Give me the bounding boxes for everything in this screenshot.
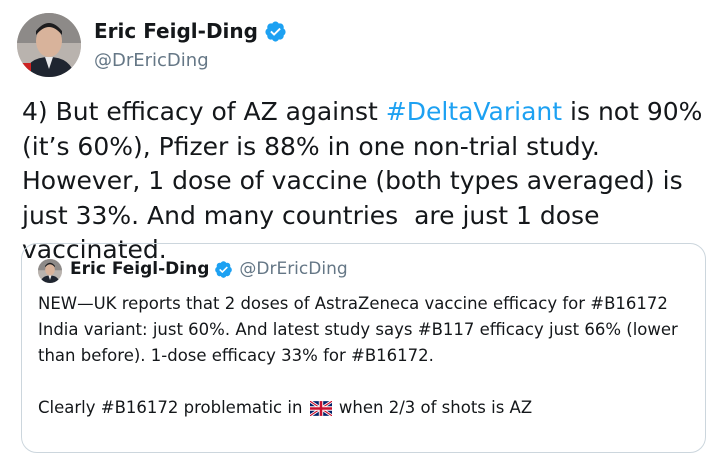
quoted-author-name: Eric Feigl-Ding (70, 259, 210, 279)
quoted-profile-photo (38, 259, 62, 283)
quoted-paragraph-2-start: Clearly #B16172 problematic in (38, 398, 308, 417)
quoted-paragraph-2-end: when 2/3 of shots is AZ (333, 398, 533, 417)
uk-flag-icon (309, 401, 332, 416)
quoted-verified-badge-icon (215, 260, 233, 278)
quoted-paragraph-2: Clearly #B16172 problematic in when 2/3 … (38, 395, 698, 421)
author-row: Eric Feigl-Ding (94, 19, 287, 43)
profile-photo (17, 13, 81, 77)
quoted-tweet[interactable]: Eric Feigl-Ding @DrEricDing NEW—UK repor… (21, 243, 706, 453)
hashtag-link[interactable]: #DeltaVariant (386, 97, 562, 126)
author-handle[interactable]: @DrEricDing (94, 50, 209, 71)
tweet-text: 4) But efficacy of AZ against #DeltaVari… (22, 95, 712, 268)
avatar[interactable] (17, 13, 81, 77)
author-name[interactable]: Eric Feigl-Ding (94, 19, 258, 43)
quoted-avatar[interactable] (38, 259, 62, 283)
quoted-paragraph-1: NEW—UK reports that 2 doses of AstraZene… (38, 294, 678, 365)
tweet-text-part1: 4) But efficacy of AZ against (22, 97, 386, 126)
verified-badge-icon (265, 20, 286, 42)
quoted-author-row: Eric Feigl-Ding @DrEricDing (70, 259, 348, 279)
quoted-tweet-text: NEW—UK reports that 2 doses of AstraZene… (38, 291, 698, 421)
quoted-author-handle: @DrEricDing (239, 259, 348, 279)
